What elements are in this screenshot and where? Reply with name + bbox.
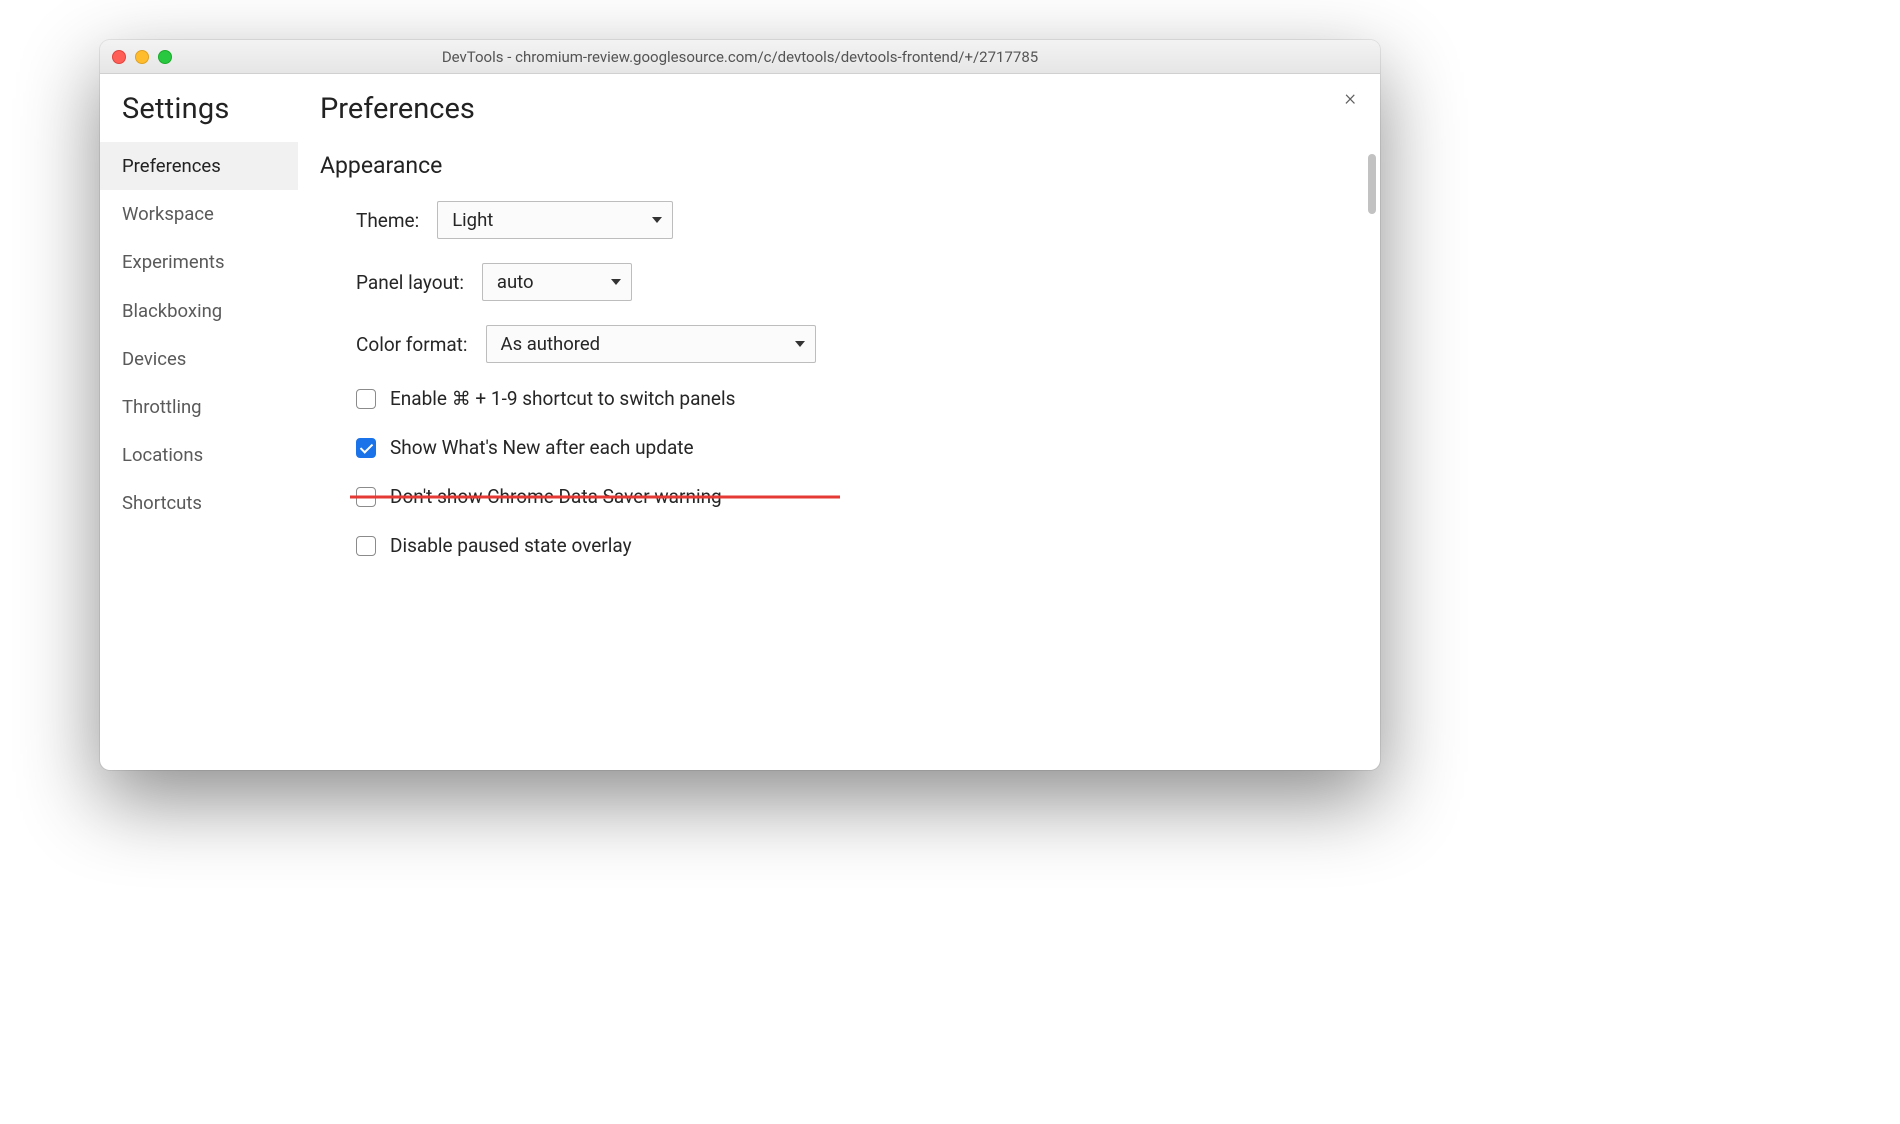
settings-sidebar: Settings PreferencesWorkspaceExperiments…: [100, 74, 298, 770]
sidebar-item-experiments[interactable]: Experiments: [100, 238, 298, 286]
theme-row: Theme: Light: [356, 201, 1350, 239]
sidebar-item-workspace[interactable]: Workspace: [100, 190, 298, 238]
window-controls: [112, 50, 172, 64]
checkbox[interactable]: [356, 536, 376, 556]
color-format-select[interactable]: As authored: [486, 325, 816, 363]
checkbox-row[interactable]: Don't show Chrome Data Saver warning: [356, 485, 1350, 508]
devtools-settings-window: DevTools - chromium-review.googlesource.…: [100, 40, 1380, 770]
panel-layout-label: Panel layout:: [356, 271, 464, 294]
chevron-down-icon: [795, 341, 805, 347]
panel-layout-select[interactable]: auto: [482, 263, 632, 301]
checkbox-label: Disable paused state overlay: [390, 534, 632, 557]
section-title-appearance: Appearance: [320, 152, 1350, 179]
checkbox-label: Enable ⌘ + 1-9 shortcut to switch panels: [390, 387, 735, 410]
sidebar-item-shortcuts[interactable]: Shortcuts: [100, 479, 298, 527]
theme-select[interactable]: Light: [437, 201, 673, 239]
scrollbar-thumb[interactable]: [1368, 154, 1376, 214]
panel-layout-select-value: auto: [497, 271, 534, 293]
sidebar-item-devices[interactable]: Devices: [100, 335, 298, 383]
strikethrough-annotation: [350, 495, 840, 498]
theme-select-value: Light: [452, 209, 493, 231]
minimize-window-button[interactable]: [135, 50, 149, 64]
color-format-label: Color format:: [356, 333, 468, 356]
checkbox[interactable]: [356, 438, 376, 458]
checkbox-row[interactable]: Disable paused state overlay: [356, 534, 1350, 557]
sidebar-item-locations[interactable]: Locations: [100, 431, 298, 479]
settings-main: Preferences Appearance Theme: Light Pane…: [298, 74, 1380, 770]
chevron-down-icon: [611, 279, 621, 285]
panel-layout-row: Panel layout: auto: [356, 263, 1350, 301]
close-window-button[interactable]: [112, 50, 126, 64]
page-title: Preferences: [320, 92, 1350, 126]
sidebar-item-throttling[interactable]: Throttling: [100, 383, 298, 431]
theme-label: Theme:: [356, 209, 419, 232]
checkbox-row[interactable]: Enable ⌘ + 1-9 shortcut to switch panels: [356, 387, 1350, 410]
sidebar-item-blackboxing[interactable]: Blackboxing: [100, 287, 298, 335]
sidebar-item-preferences[interactable]: Preferences: [100, 142, 298, 190]
checkbox-row[interactable]: Show What's New after each update: [356, 436, 1350, 459]
chevron-down-icon: [652, 217, 662, 223]
sidebar-title: Settings: [100, 92, 298, 142]
zoom-window-button[interactable]: [158, 50, 172, 64]
titlebar: DevTools - chromium-review.googlesource.…: [100, 40, 1380, 74]
checkbox[interactable]: [356, 389, 376, 409]
color-format-row: Color format: As authored: [356, 325, 1350, 363]
settings-content: × Settings PreferencesWorkspaceExperimen…: [100, 74, 1380, 770]
checkbox-label: Show What's New after each update: [390, 436, 694, 459]
color-format-select-value: As authored: [501, 333, 601, 355]
window-title: DevTools - chromium-review.googlesource.…: [100, 48, 1380, 66]
